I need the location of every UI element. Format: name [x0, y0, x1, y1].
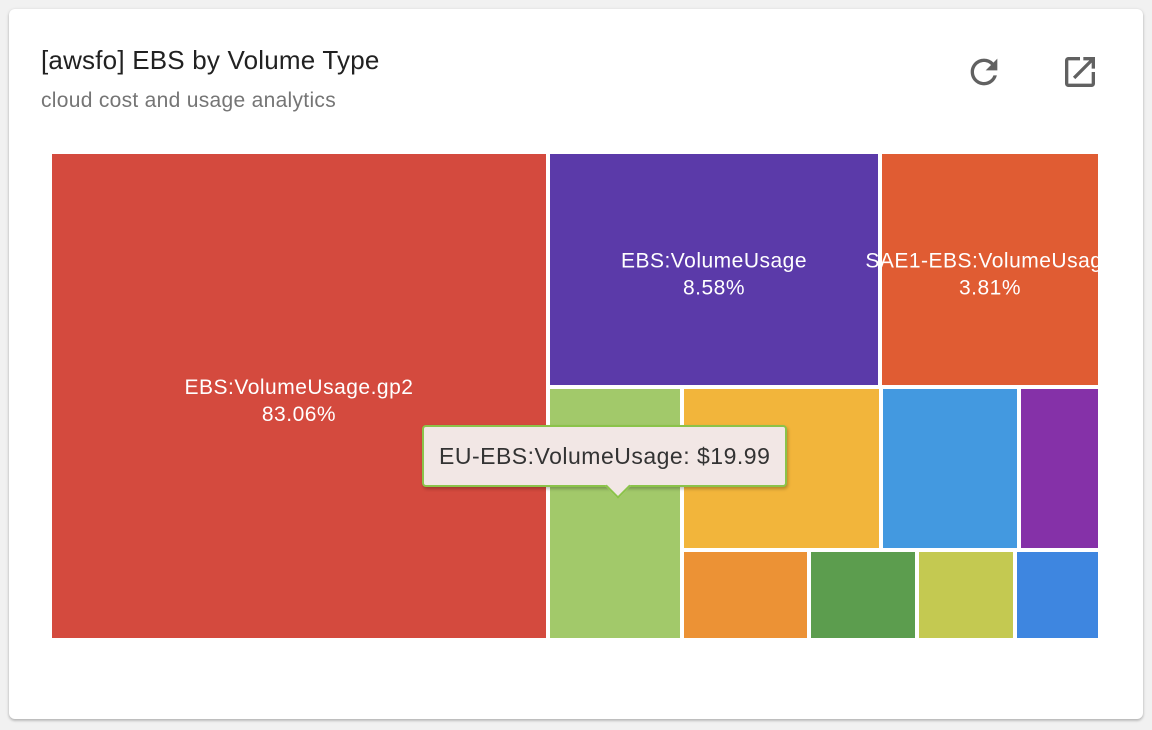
treemap-cell[interactable]: [915, 548, 1017, 640]
tooltip-label: EU-EBS:VolumeUsage: [439, 442, 684, 469]
treemap-cell-label: SAE1-EBS:VolumeUsage: [865, 250, 1100, 273]
open-in-new-button[interactable]: [1056, 48, 1104, 96]
tooltip-value: $19.99: [697, 442, 771, 469]
treemap-cell[interactable]: [879, 385, 1021, 552]
treemap-cell[interactable]: [1013, 548, 1100, 640]
treemap-svg: EBS:VolumeUsage.gp2 83.06% EBS:VolumeUsage…: [50, 152, 1100, 640]
card-subtitle: cloud cost and usage analytics: [41, 89, 337, 112]
treemap-cell-percent: 3.81%: [959, 277, 1021, 300]
refresh-button[interactable]: [960, 48, 1008, 96]
tooltip-separator: :: [683, 442, 698, 469]
card-title: [awsfo] EBS by Volume Type: [41, 45, 380, 75]
treemap-cell-label: EBS:VolumeUsage.gp2: [185, 376, 414, 399]
treemap-cell[interactable]: [1017, 385, 1100, 552]
chart-tooltip: EU-EBS:VolumeUsage: $19.99: [422, 425, 788, 499]
treemap-chart: EBS:VolumeUsage.gp2 83.06% EBS:VolumeUsage…: [50, 152, 1100, 640]
refresh-icon: [970, 58, 998, 86]
treemap-cell[interactable]: [680, 548, 811, 640]
treemap-cell-percent: 83.06%: [262, 403, 336, 426]
treemap-cell[interactable]: [807, 548, 919, 640]
treemap-cell-percent: 8.58%: [683, 277, 745, 300]
open-in-new-icon: [1065, 57, 1095, 87]
treemap-cell-label: EBS:VolumeUsage: [621, 250, 807, 273]
chart-card: [awsfo] EBS by Volume Type cloud cost an…: [9, 9, 1143, 719]
